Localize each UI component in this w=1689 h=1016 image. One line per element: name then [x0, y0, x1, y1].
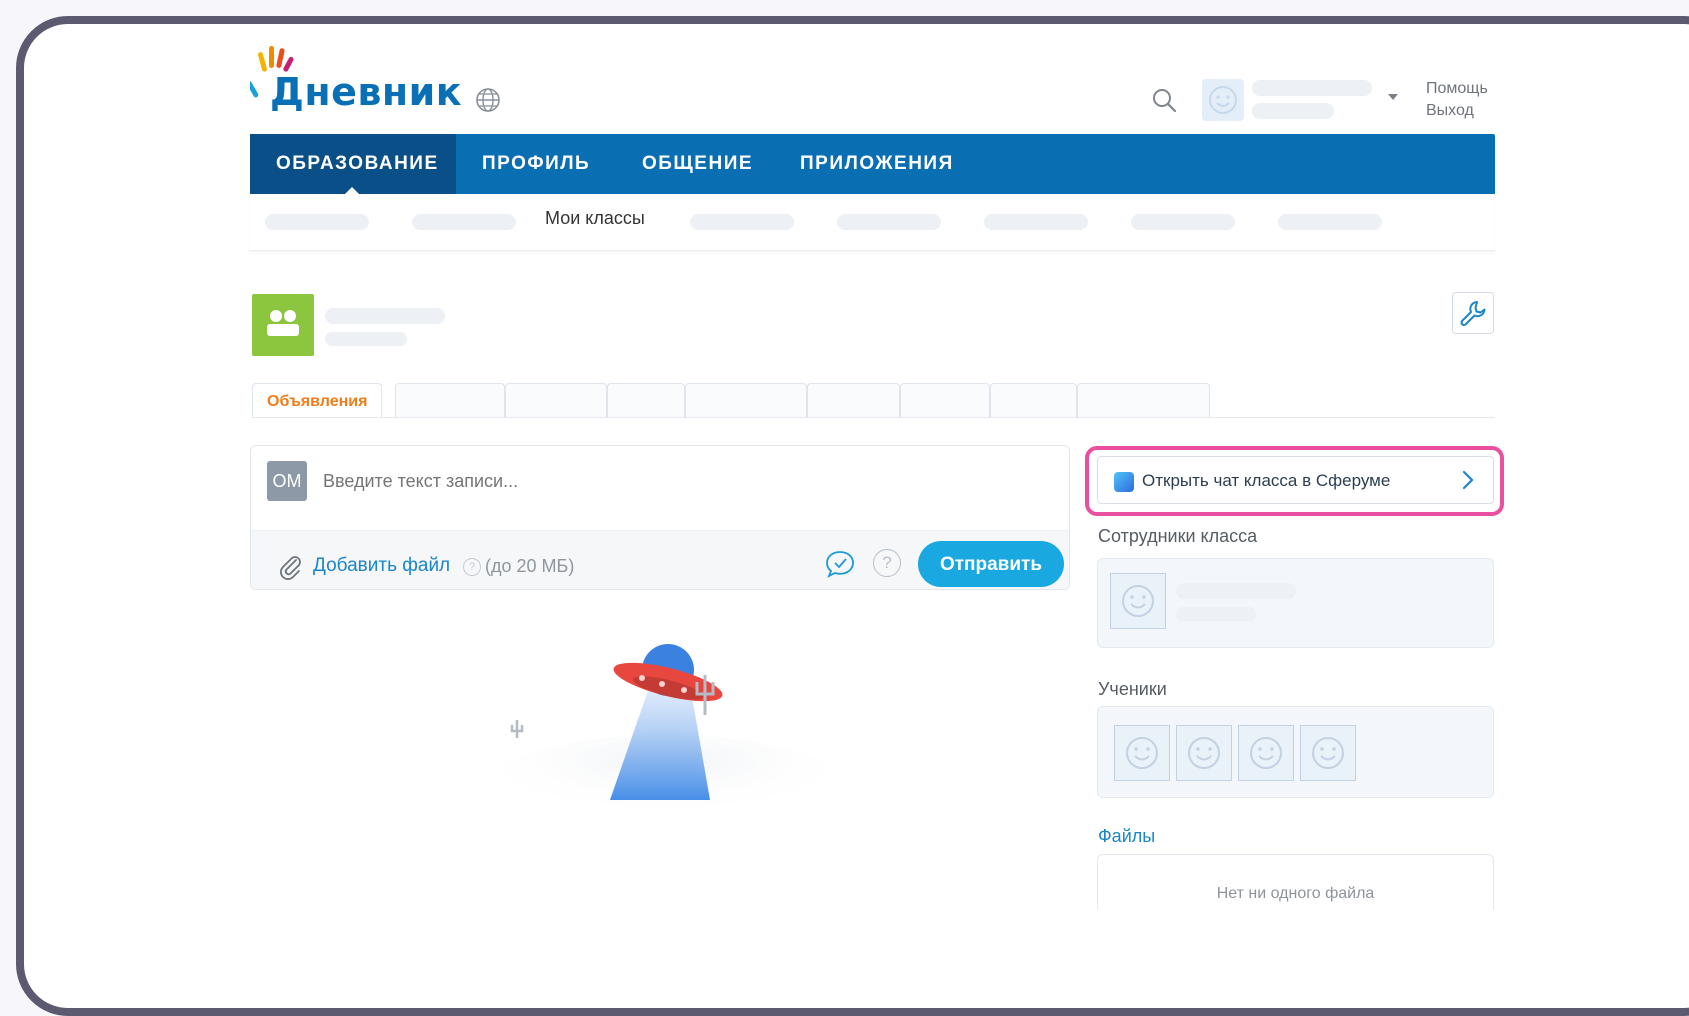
- author-avatar: ОМ: [267, 461, 307, 501]
- post-composer: ОМ Добавить файл ? (до 20 МБ) ? Отправит…: [250, 445, 1070, 590]
- subnav-item-placeholder[interactable]: [1278, 214, 1382, 230]
- smiley-icon: [1188, 737, 1220, 769]
- tabs-divider: [252, 417, 1495, 418]
- subnav-item-placeholder[interactable]: [1131, 214, 1235, 230]
- globe-icon[interactable]: [474, 86, 502, 114]
- post-toolbar: Добавить файл ? (до 20 МБ) ? Отправить: [251, 530, 1069, 589]
- student-avatar[interactable]: [1300, 725, 1356, 781]
- diary-page: Дневник Помощь Выход ОБРАЗОВАНИЕ ПРОФИЛЬ…: [0, 0, 1689, 981]
- search-icon[interactable]: [1150, 86, 1178, 114]
- staff-name-placeholder: [1176, 583, 1296, 599]
- subnav-item-placeholder[interactable]: [690, 214, 794, 230]
- student-avatar[interactable]: [1238, 725, 1294, 781]
- group-icon: [267, 310, 299, 336]
- ufo-illustration: [495, 644, 835, 820]
- send-button[interactable]: Отправить: [918, 541, 1064, 587]
- tab-placeholder[interactable]: [807, 383, 900, 418]
- chevron-down-icon[interactable]: [1388, 94, 1398, 100]
- tab-announcements[interactable]: Объявления: [252, 383, 383, 418]
- staff-role-placeholder: [1176, 607, 1256, 621]
- subnav-item-placeholder[interactable]: [984, 214, 1088, 230]
- tab-placeholder[interactable]: [900, 383, 990, 418]
- staff-card: [1097, 558, 1494, 648]
- subnav-item-placeholder[interactable]: [412, 214, 516, 230]
- smiley-icon: [1126, 737, 1158, 769]
- post-text-input[interactable]: [321, 470, 1025, 493]
- tab-placeholder[interactable]: [395, 383, 505, 418]
- open-sferum-chat-button[interactable]: Открыть чат класса в Сферуме: [1097, 456, 1494, 504]
- smiley-icon: [1122, 585, 1154, 617]
- students-section-title: Ученики: [1098, 679, 1167, 699]
- class-subtitle-placeholder: [325, 332, 407, 346]
- user-role-placeholder: [1252, 103, 1334, 119]
- files-section-title[interactable]: Файлы: [1098, 826, 1155, 847]
- sferum-icon: [1114, 472, 1134, 492]
- wrench-icon: [1460, 301, 1486, 326]
- subnav-item-my-classes[interactable]: Мои классы: [545, 208, 645, 229]
- subnav-item-placeholder[interactable]: [837, 214, 941, 230]
- sferum-chat-label: Открыть чат класса в Сферуме: [1142, 471, 1391, 490]
- add-file-link[interactable]: Добавить файл: [313, 555, 450, 577]
- smiley-icon: [1250, 737, 1282, 769]
- subnav-item-placeholder[interactable]: [265, 214, 369, 230]
- files-empty-message: Нет ни одного файла: [1216, 885, 1375, 902]
- tab-placeholder[interactable]: [685, 383, 807, 418]
- chevron-right-icon: [1462, 470, 1474, 490]
- class-settings-button[interactable]: [1452, 292, 1494, 334]
- main-nav: ОБРАЗОВАНИЕ ПРОФИЛЬ ОБЩЕНИЕ ПРИЛОЖЕНИЯ: [250, 134, 1495, 194]
- chat-check-icon[interactable]: [823, 547, 857, 581]
- staff-avatar[interactable]: [1110, 573, 1166, 629]
- logo-text[interactable]: Дневник: [270, 70, 462, 114]
- nav-item-profile[interactable]: ПРОФИЛЬ: [456, 134, 616, 194]
- student-avatar[interactable]: [1176, 725, 1232, 781]
- staff-section-title: Сотрудники класса: [1098, 526, 1258, 546]
- tab-placeholder[interactable]: [607, 383, 685, 418]
- tab-placeholder[interactable]: [505, 383, 607, 418]
- nav-item-education[interactable]: ОБРАЗОВАНИЕ: [250, 134, 456, 194]
- students-card: [1097, 706, 1494, 798]
- help-link[interactable]: Помощь: [1426, 80, 1488, 98]
- student-avatar[interactable]: [1114, 725, 1170, 781]
- paperclip-icon[interactable]: [277, 553, 305, 581]
- tab-placeholder[interactable]: [990, 383, 1077, 418]
- tab-placeholder[interactable]: [1077, 383, 1210, 418]
- nav-item-communication[interactable]: ОБЩЕНИЕ: [616, 134, 779, 194]
- user-name-placeholder: [1252, 80, 1372, 96]
- class-avatar: [252, 294, 314, 356]
- logout-link[interactable]: Выход: [1426, 102, 1474, 120]
- help-circle-icon[interactable]: ?: [873, 549, 901, 577]
- files-card: Нет ни одного файла: [1097, 854, 1494, 910]
- file-size-limit: (до 20 МБ): [485, 556, 575, 576]
- user-avatar[interactable]: [1202, 79, 1244, 121]
- question-icon[interactable]: ?: [463, 558, 481, 576]
- smiley-icon: [1312, 737, 1344, 769]
- smiley-icon: [1209, 86, 1237, 114]
- nav-item-apps[interactable]: ПРИЛОЖЕНИЯ: [774, 134, 980, 194]
- class-title-placeholder: [325, 308, 445, 324]
